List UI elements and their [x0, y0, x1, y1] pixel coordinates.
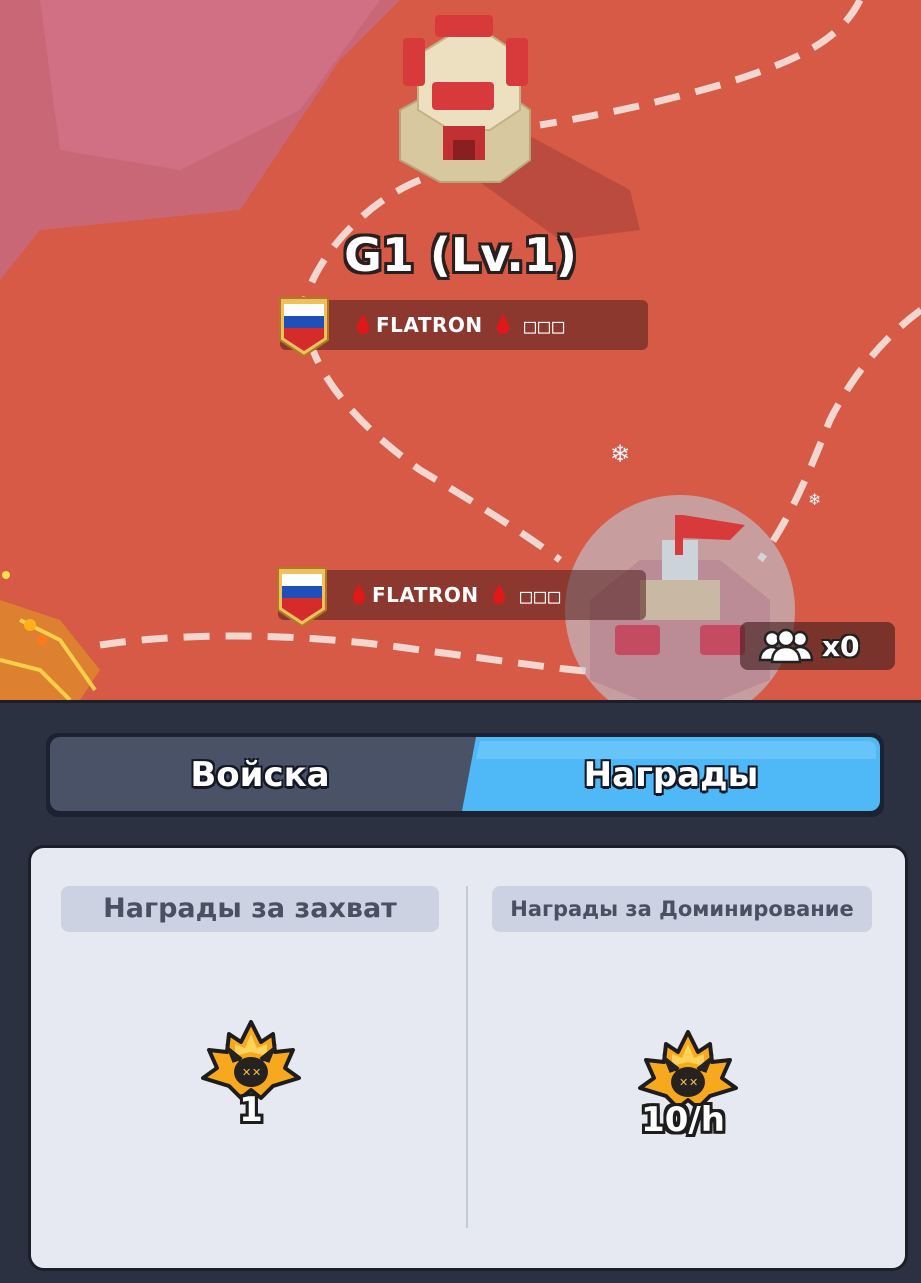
blood-drop-icon	[357, 314, 369, 334]
owner-tag: □□□	[520, 584, 563, 608]
blood-drop-icon	[353, 584, 365, 604]
owner-bar-top[interactable]: FLATRON □□□	[279, 297, 648, 358]
tower-name-label: G1 (Lv.1)	[344, 228, 577, 282]
tower-info-panel: Войска Награды Награды за захват Награды…	[0, 700, 921, 1283]
svg-text:✕: ✕	[679, 1076, 688, 1089]
owner-name: FLATRON	[376, 313, 483, 337]
game-map[interactable]: ❄ ❄ G1 (Lv.1) FLATRON □□□ FLATRON □□□ x0	[0, 0, 921, 700]
people-icon	[758, 628, 814, 664]
troops-count: x0	[822, 630, 860, 663]
svg-text:❄: ❄	[610, 440, 630, 468]
tab-troops-label: Войска	[190, 755, 330, 795]
capture-reward[interactable]: ✕ ✕ 1	[201, 1020, 301, 1130]
russia-flag-icon	[277, 567, 327, 628]
owner-bar-bottom[interactable]: FLATRON □□□	[277, 567, 646, 628]
owner-name: FLATRON	[372, 583, 479, 607]
svg-text:✕: ✕	[252, 1066, 261, 1079]
tab-bar: Войска Награды	[46, 733, 884, 817]
svg-text:❄: ❄	[808, 490, 821, 509]
domination-rewards-header: Награды за Доминирование	[492, 886, 872, 932]
tower-g1	[399, 15, 531, 183]
owner-tag: □□□	[524, 314, 567, 338]
blood-drop-icon	[497, 314, 509, 334]
blood-drop-icon	[493, 584, 505, 604]
rewards-card: Награды за захват Награды за Доминирован…	[28, 845, 908, 1271]
russia-flag-icon	[279, 297, 329, 358]
svg-text:✕: ✕	[689, 1076, 698, 1089]
capture-rewards-header: Награды за захват	[61, 886, 439, 932]
tab-rewards-label: Награды	[583, 755, 759, 795]
column-divider	[466, 886, 468, 1228]
svg-text:✕: ✕	[242, 1066, 251, 1079]
domination-reward[interactable]: ✕ ✕ 10/h	[623, 1030, 743, 1140]
tab-troops[interactable]: Войска	[50, 737, 480, 811]
tab-rewards[interactable]: Награды	[462, 737, 880, 811]
troops-count-chip[interactable]: x0	[740, 622, 895, 670]
